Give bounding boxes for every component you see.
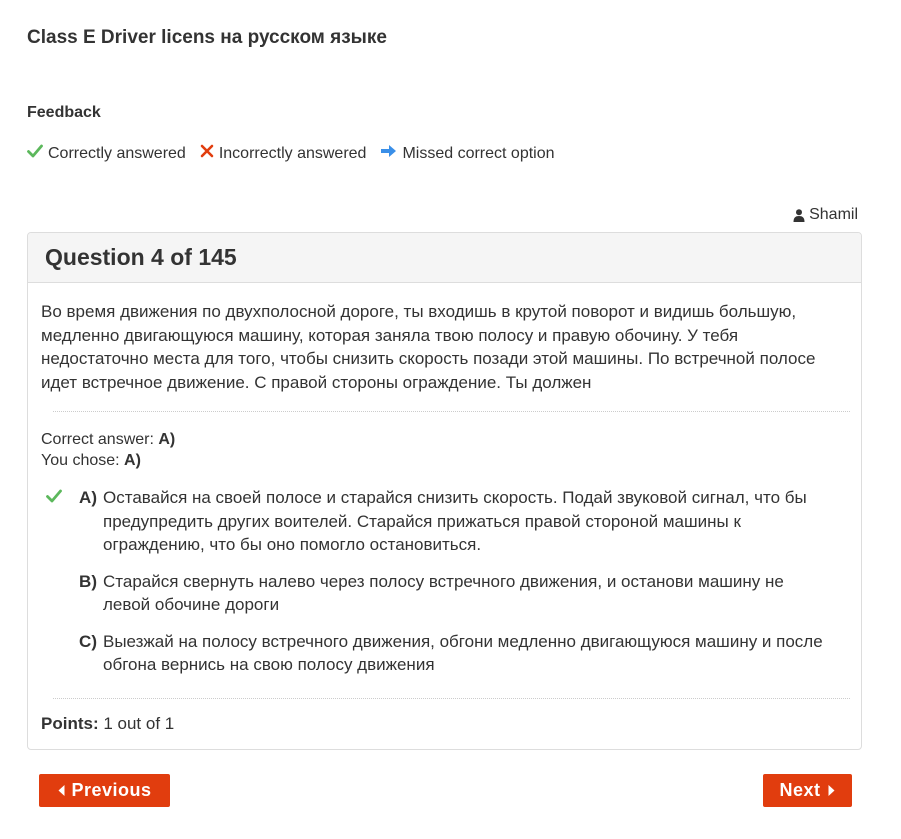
option-b-text: Старайся свернуть налево через полосу вс… [103,571,784,615]
option-b-mark [41,570,66,617]
legend-missed: Missed correct option [380,144,555,163]
answer-options: A) Оставайся на своей полосе и старайся … [41,486,841,690]
legend-incorrect-label: Incorrectly answered [218,145,367,162]
next-button[interactable]: Next [763,774,852,807]
option-c[interactable]: C) Выезжай на полосу встречного движения… [41,630,841,677]
you-chose-line: You chose: A) [41,450,175,471]
option-a-letter: A) [79,488,97,507]
question-text: Во время движения по двухполосной дороге… [41,302,816,392]
user-name: Shamil [809,206,858,223]
legend-missed-label: Missed correct option [402,145,555,162]
question-title: Question 4 of 145 [45,244,237,270]
correct-answer-line: Correct answer: A) [41,429,175,450]
points: Points: 1 out of 1 [41,714,174,734]
legend-incorrect: Incorrectly answered [200,144,367,163]
answer-summary: Correct answer: A) You chose: A) [41,429,175,471]
arrow-right-icon [380,144,397,158]
divider [53,411,850,412]
correct-answer-value: A) [158,431,176,448]
option-c-letter: C) [79,631,97,651]
check-icon [27,144,43,158]
next-label: Next [779,780,821,800]
cross-icon [200,144,214,158]
page-title: Class E Driver licens на русском языке [27,27,387,48]
option-c-text: Выезжай на полосу встречного движения, о… [103,631,823,675]
option-a-text: Оставайся на своей полосе и старайся сни… [103,488,807,554]
caret-left-icon [57,784,66,797]
feedback-heading: Feedback [27,104,101,121]
feedback-legend: Correctly answered Incorrectly answered … [27,144,569,163]
option-a-mark [41,486,66,557]
option-b[interactable]: B) Старайся свернуть налево через полосу… [41,570,841,617]
you-chose-label: You chose: [41,452,120,469]
correct-answer-label: Correct answer: [41,431,154,448]
divider [53,698,850,699]
option-a[interactable]: A) Оставайся на своей полосе и старайся … [41,486,841,557]
check-icon [45,489,62,503]
option-c-mark [41,630,66,677]
previous-button[interactable]: Previous [39,774,170,807]
option-b-letter: B) [79,571,97,591]
user-info: Shamil [793,206,858,224]
user-icon [793,208,805,222]
points-label: Points: [41,714,99,733]
you-chose-value: A) [124,452,141,469]
previous-label: Previous [71,780,152,800]
legend-correct-label: Correctly answered [48,145,186,162]
legend-correct: Correctly answered [27,144,186,163]
question-panel: Question 4 of 145 Во время движения по д… [27,232,862,750]
points-value: 1 out of 1 [103,714,175,733]
question-header: Question 4 of 145 [28,233,861,283]
caret-right-icon [827,784,836,797]
